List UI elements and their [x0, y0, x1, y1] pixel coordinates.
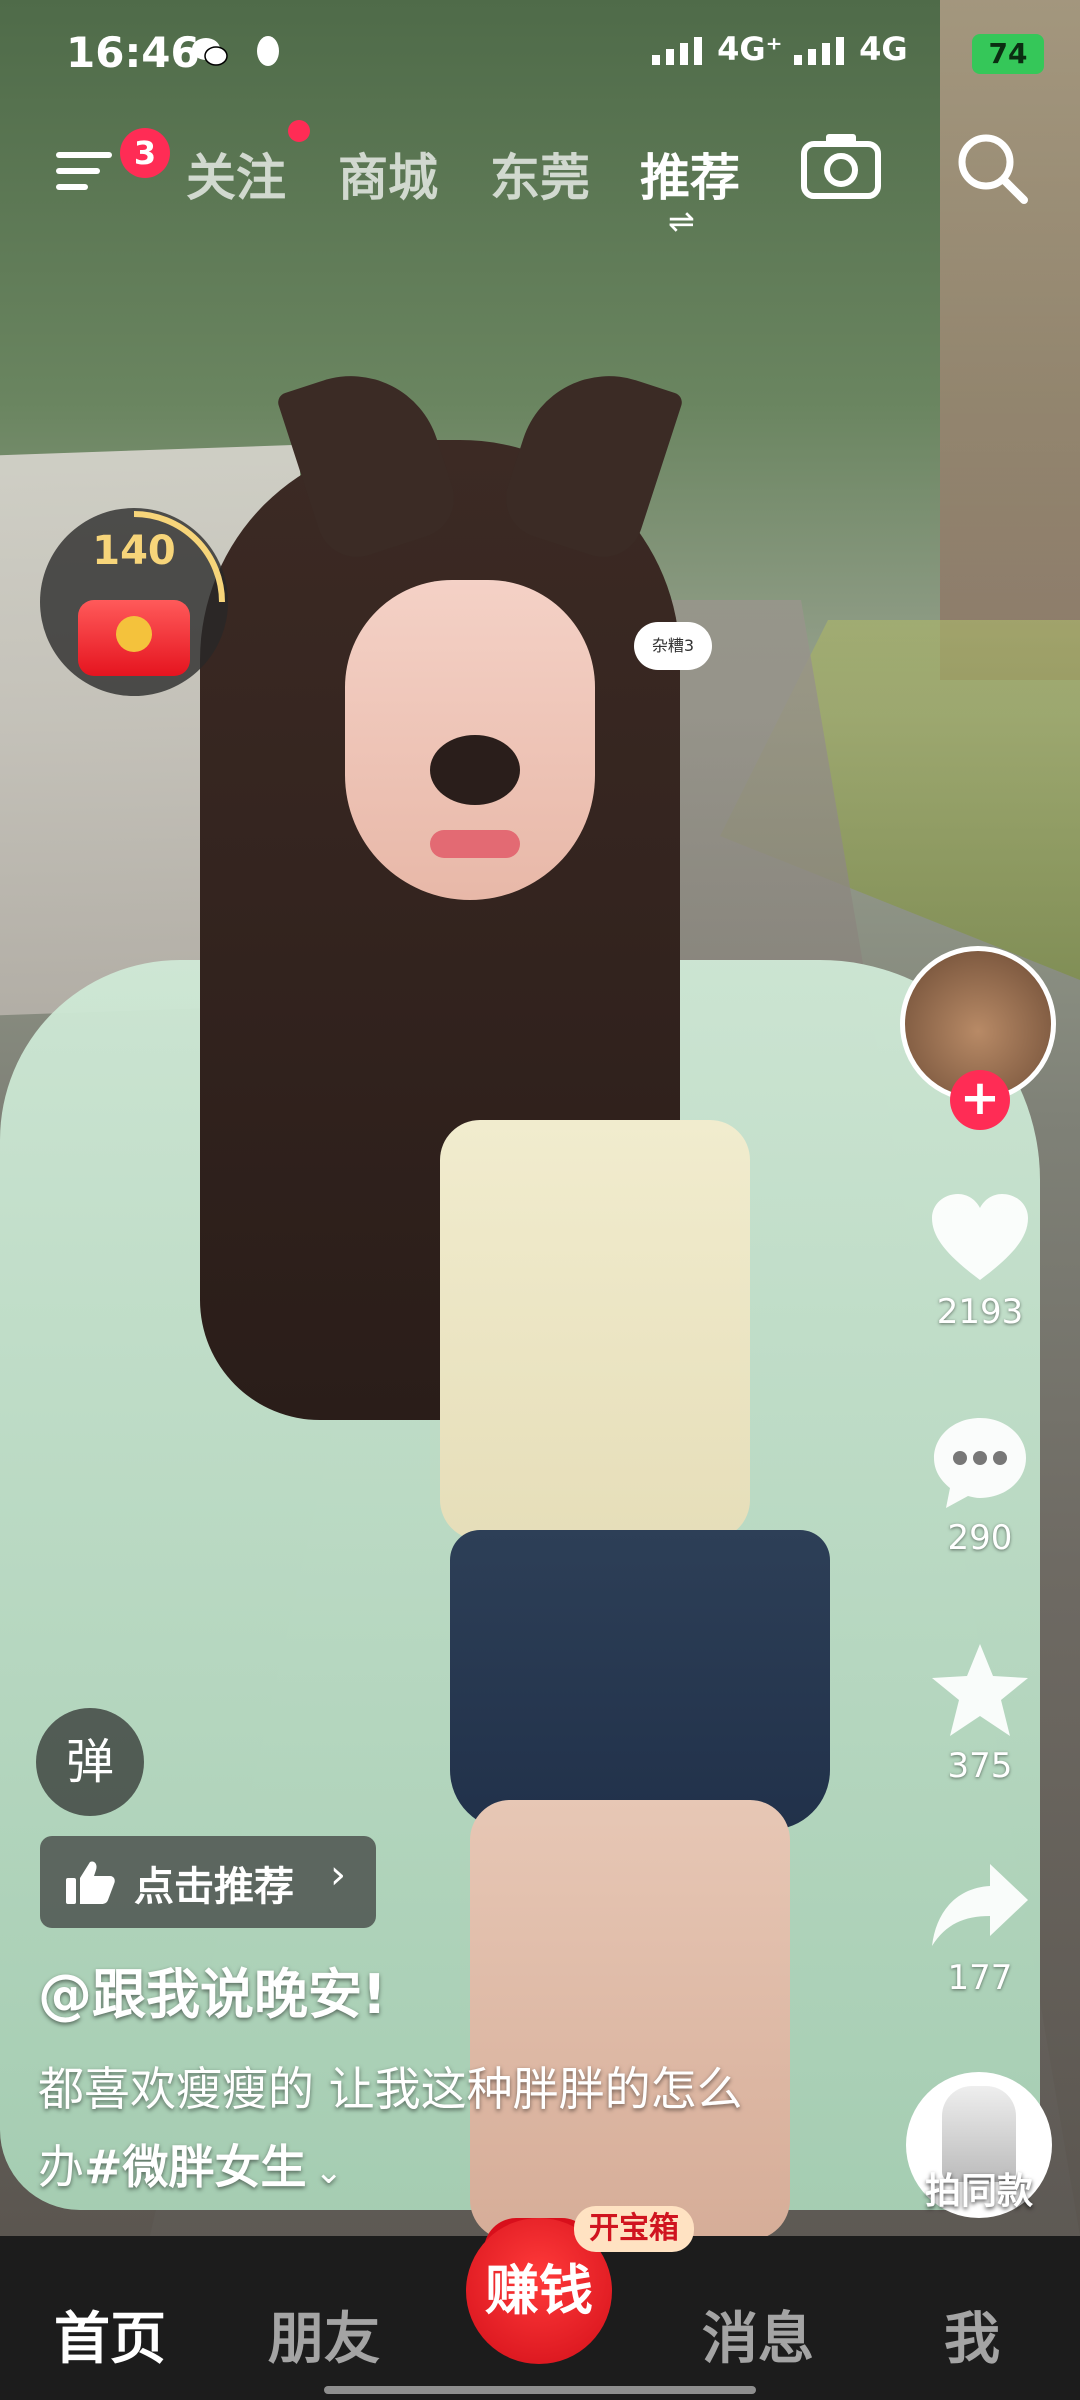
favorite-button[interactable]: 375 — [920, 1640, 1040, 1786]
subject-shorts — [450, 1530, 830, 1830]
menu-icon-bar — [56, 152, 112, 158]
recommend-button[interactable]: 点击推荐 › — [40, 1836, 376, 1928]
subject-top — [440, 1120, 750, 1540]
open-chest-badge[interactable]: 开宝箱 — [574, 2206, 694, 2252]
follow-button[interactable]: + — [950, 1070, 1010, 1130]
comment-icon — [934, 1418, 1026, 1508]
signal-bars-icon — [652, 37, 702, 65]
status-bar: 16:46 4G⁺ 4G 74 — [0, 0, 1080, 110]
dog-nose — [430, 735, 520, 805]
signal-2: 4G — [792, 30, 908, 68]
danmaku-toggle-button[interactable]: 弹 — [36, 1708, 144, 1816]
share-arrow-icon — [932, 1864, 1028, 1946]
menu-icon-bar — [56, 184, 88, 190]
tab-following[interactable]: 关注 — [186, 138, 286, 210]
wechat-icon — [192, 38, 228, 66]
heart-icon — [932, 1194, 1028, 1280]
signal-bars-icon — [794, 37, 844, 65]
recommend-label: 点击推荐 — [134, 1864, 294, 1910]
share-button[interactable]: 177 — [920, 1860, 1040, 1998]
status-time: 16:46 — [66, 28, 200, 77]
video-sticker-bubble: 杂糟3 — [634, 622, 712, 670]
network-type-2: 4G — [859, 30, 908, 68]
search-button[interactable] — [952, 128, 1032, 208]
nav-home[interactable]: 首页 — [54, 2294, 166, 2375]
same-style-label: 拍同款 — [924, 2171, 1033, 2212]
battery-indicator: 74 — [972, 34, 1044, 74]
camera-icon — [801, 134, 881, 199]
menu-icon-bar — [56, 168, 100, 174]
network-type-1: 4G⁺ — [717, 30, 783, 68]
nav-messages[interactable]: 消息 — [702, 2294, 814, 2375]
chevron-right-icon: › — [330, 1852, 346, 1898]
share-count: 177 — [947, 1958, 1013, 1998]
like-button[interactable]: 2193 — [920, 1190, 1040, 1332]
signal-1: 4G⁺ — [650, 30, 783, 68]
top-nav: 3 关注 商城 东莞 推荐 ⇌ — [0, 120, 1080, 240]
author-name[interactable]: @跟我说晚安! — [38, 1950, 387, 2029]
nav-me[interactable]: 我 — [944, 2294, 1000, 2375]
home-indicator — [324, 2386, 756, 2394]
comment-button[interactable]: 290 — [920, 1412, 1040, 1558]
hashtag-link[interactable]: #微胖女生 — [84, 2140, 307, 2194]
tab-local[interactable]: 东莞 — [490, 138, 590, 210]
post-caption[interactable]: 都喜欢瘦瘦的 让我这种胖胖的怎么办#微胖女生 ⌄ — [38, 2050, 758, 2211]
star-icon — [932, 1644, 1028, 1736]
red-packet-count: 140 — [92, 528, 176, 574]
red-packet-icon — [78, 600, 190, 676]
subject-lips — [430, 830, 520, 858]
like-count: 2193 — [936, 1292, 1024, 1332]
camera-button[interactable] — [800, 130, 882, 200]
menu-badge: 3 — [120, 128, 170, 178]
nav-friends[interactable]: 朋友 — [268, 2294, 380, 2375]
menu-button[interactable]: 3 — [56, 128, 170, 200]
comment-count: 290 — [947, 1518, 1013, 1558]
notification-icons — [190, 30, 285, 71]
tab-switch-icon: ⇌ — [668, 202, 695, 240]
search-icon — [958, 134, 1028, 204]
qq-icon — [257, 36, 280, 66]
tab-following-dot — [288, 120, 310, 142]
red-packet-widget[interactable]: 140 — [40, 508, 228, 696]
thumbs-up-icon — [66, 1861, 115, 1904]
favorite-count: 375 — [947, 1746, 1013, 1786]
expand-caption-icon[interactable]: ⌄ — [315, 2152, 344, 2192]
tab-mall[interactable]: 商城 — [338, 138, 438, 210]
tab-recommend[interactable]: 推荐 — [640, 138, 740, 210]
